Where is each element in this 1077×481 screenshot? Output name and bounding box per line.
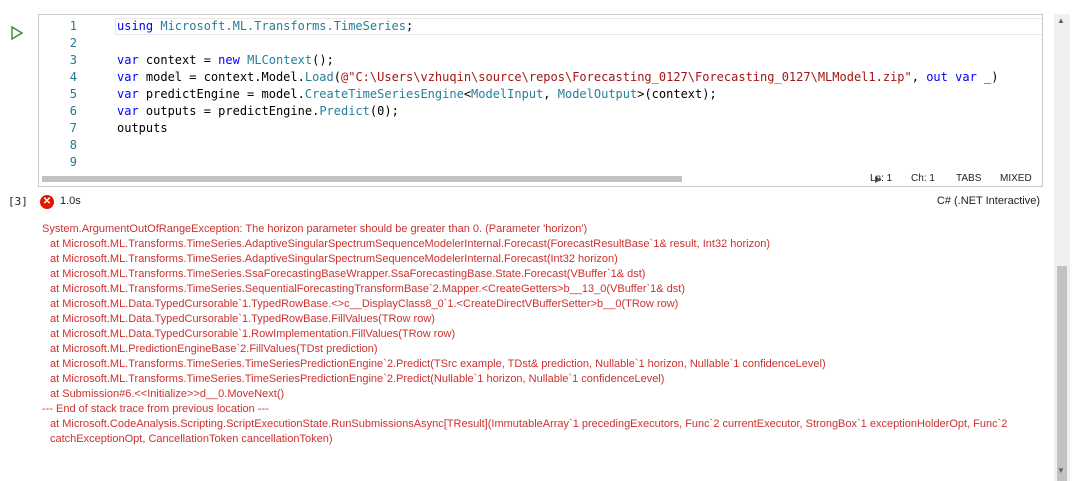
cell-status-bar: [3] ✕ 1.0s C# (.NET Interactive) bbox=[0, 193, 1052, 211]
code-token: predictEngine = model. bbox=[138, 87, 305, 101]
output-line: at Microsoft.CodeAnalysis.Scripting.Scri… bbox=[50, 418, 1011, 445]
code-token: , bbox=[543, 87, 558, 101]
line-number: 6 bbox=[69, 104, 77, 118]
output-line: at Submission#6.<<Initialize>>d__0.MoveN… bbox=[50, 388, 285, 400]
run-cell-button[interactable] bbox=[8, 24, 26, 42]
code-token: var bbox=[955, 70, 977, 84]
output-line: at Microsoft.ML.Transforms.TimeSeries.Ad… bbox=[50, 253, 618, 265]
code-line[interactable]: var context = new MLContext(); bbox=[117, 52, 1042, 69]
code-editor[interactable]: 1 2 3 4 5 6 7 8 9 using Microsoft.ML.Transforms.… bbox=[38, 14, 1043, 187]
output-line: at Microsoft.ML.Transforms.TimeSeries.Se… bbox=[50, 283, 686, 295]
status-column: Ch: 1 bbox=[911, 173, 935, 184]
code-token: ; bbox=[406, 19, 414, 33]
line-number: 7 bbox=[69, 121, 77, 135]
scroll-down-icon[interactable]: ▼ bbox=[1057, 466, 1065, 475]
output-line: --- End of stack trace from previous loc… bbox=[42, 403, 269, 415]
line-number: 4 bbox=[69, 70, 77, 84]
code-token: ( bbox=[333, 70, 341, 84]
code-token: CreateTimeSeriesEngine bbox=[304, 87, 464, 101]
code-token: (); bbox=[312, 53, 334, 67]
execution-count: [3] bbox=[8, 195, 28, 208]
code-line[interactable]: var outputs = predictEngine.Predict(0); bbox=[117, 103, 1042, 120]
status-line: Ln: 1 bbox=[870, 173, 893, 184]
code-token: new bbox=[218, 53, 240, 67]
cell-output: System.ArgumentOutOfRangeException: The … bbox=[42, 222, 1047, 447]
code-line[interactable] bbox=[117, 35, 1042, 52]
status-indent-mode[interactable]: TABS bbox=[956, 172, 981, 186]
code-token: Load bbox=[304, 70, 334, 84]
code-line[interactable]: var model = context.Model.Load(@"C:\User… bbox=[117, 69, 1042, 86]
output-line: at Microsoft.ML.Data.TypedCursorable`1.T… bbox=[50, 313, 435, 325]
code-token: model = context.Model. bbox=[138, 70, 305, 84]
line-number: 1 bbox=[69, 19, 77, 33]
vertical-scrollbar-thumb[interactable] bbox=[1057, 266, 1067, 481]
code-line[interactable] bbox=[117, 137, 1042, 154]
code-line[interactable]: var predictEngine = model.CreateTimeSeri… bbox=[117, 86, 1042, 103]
code-token: MLContext bbox=[247, 53, 313, 67]
code-token: Predict bbox=[319, 104, 370, 118]
output-line: at Microsoft.ML.Transforms.TimeSeries.Ti… bbox=[50, 373, 665, 385]
code-token: using bbox=[117, 19, 154, 33]
horizontal-scrollbar[interactable]: ▶ bbox=[39, 173, 884, 185]
code-area[interactable]: using Microsoft.ML.Transforms.TimeSeries… bbox=[115, 18, 1042, 171]
code-token: @"C:\Users\vzhuqin\source\repos\Forecast… bbox=[341, 70, 912, 84]
output-line: at Microsoft.ML.Transforms.TimeSeries.Ad… bbox=[50, 238, 770, 250]
vertical-scrollbar[interactable]: ▲ ▼ bbox=[1054, 14, 1070, 481]
code-line[interactable]: outputs bbox=[117, 120, 1042, 137]
code-token: ModelOutput bbox=[557, 87, 638, 101]
code-token: < bbox=[463, 87, 472, 101]
status-line-endings[interactable]: MIXED bbox=[1000, 172, 1032, 186]
kernel-selector[interactable]: C# (.NET Interactive) bbox=[937, 195, 1040, 207]
code-token: Microsoft.ML.Transforms.TimeSeries bbox=[160, 19, 406, 33]
execution-time: 1.0s bbox=[60, 195, 81, 207]
code-token: , bbox=[911, 70, 927, 84]
code-token: (0); bbox=[369, 104, 399, 118]
output-line: System.ArgumentOutOfRangeException: The … bbox=[42, 223, 588, 235]
output-line: at Microsoft.ML.Data.TypedCursorable`1.R… bbox=[50, 328, 456, 340]
line-number: 8 bbox=[69, 138, 77, 152]
output-line: at Microsoft.ML.Data.TypedCursorable`1.T… bbox=[50, 298, 679, 310]
scroll-up-icon[interactable]: ▲ bbox=[1057, 16, 1065, 25]
code-token: outputs bbox=[117, 121, 168, 135]
code-line[interactable] bbox=[117, 154, 1042, 171]
code-token: context = bbox=[138, 53, 219, 67]
code-token: ModelInput bbox=[471, 87, 544, 101]
output-line: at Microsoft.ML.PredictionEngineBase`2.F… bbox=[50, 343, 378, 355]
code-token: out bbox=[926, 70, 948, 84]
line-number-gutter: 1 2 3 4 5 6 7 8 9 bbox=[39, 18, 81, 171]
code-token: outputs = predictEngine. bbox=[138, 104, 320, 118]
line-number: 9 bbox=[69, 155, 77, 169]
code-token: var bbox=[117, 87, 139, 101]
code-token: >(context); bbox=[637, 87, 717, 101]
horizontal-scrollbar-thumb[interactable] bbox=[42, 176, 682, 182]
line-number: 2 bbox=[69, 36, 77, 50]
line-number: 5 bbox=[69, 87, 77, 101]
error-icon: ✕ bbox=[40, 195, 54, 209]
code-token: var bbox=[117, 70, 139, 84]
output-line: at Microsoft.ML.Transforms.TimeSeries.Ss… bbox=[50, 268, 646, 280]
line-number: 3 bbox=[69, 53, 77, 67]
code-line[interactable]: using Microsoft.ML.Transforms.TimeSeries… bbox=[115, 18, 1042, 35]
output-line: at Microsoft.ML.Transforms.TimeSeries.Ti… bbox=[50, 358, 826, 370]
code-token: var bbox=[117, 104, 139, 118]
play-icon bbox=[11, 26, 23, 40]
code-token: var bbox=[117, 53, 139, 67]
code-token: _) bbox=[976, 70, 999, 84]
